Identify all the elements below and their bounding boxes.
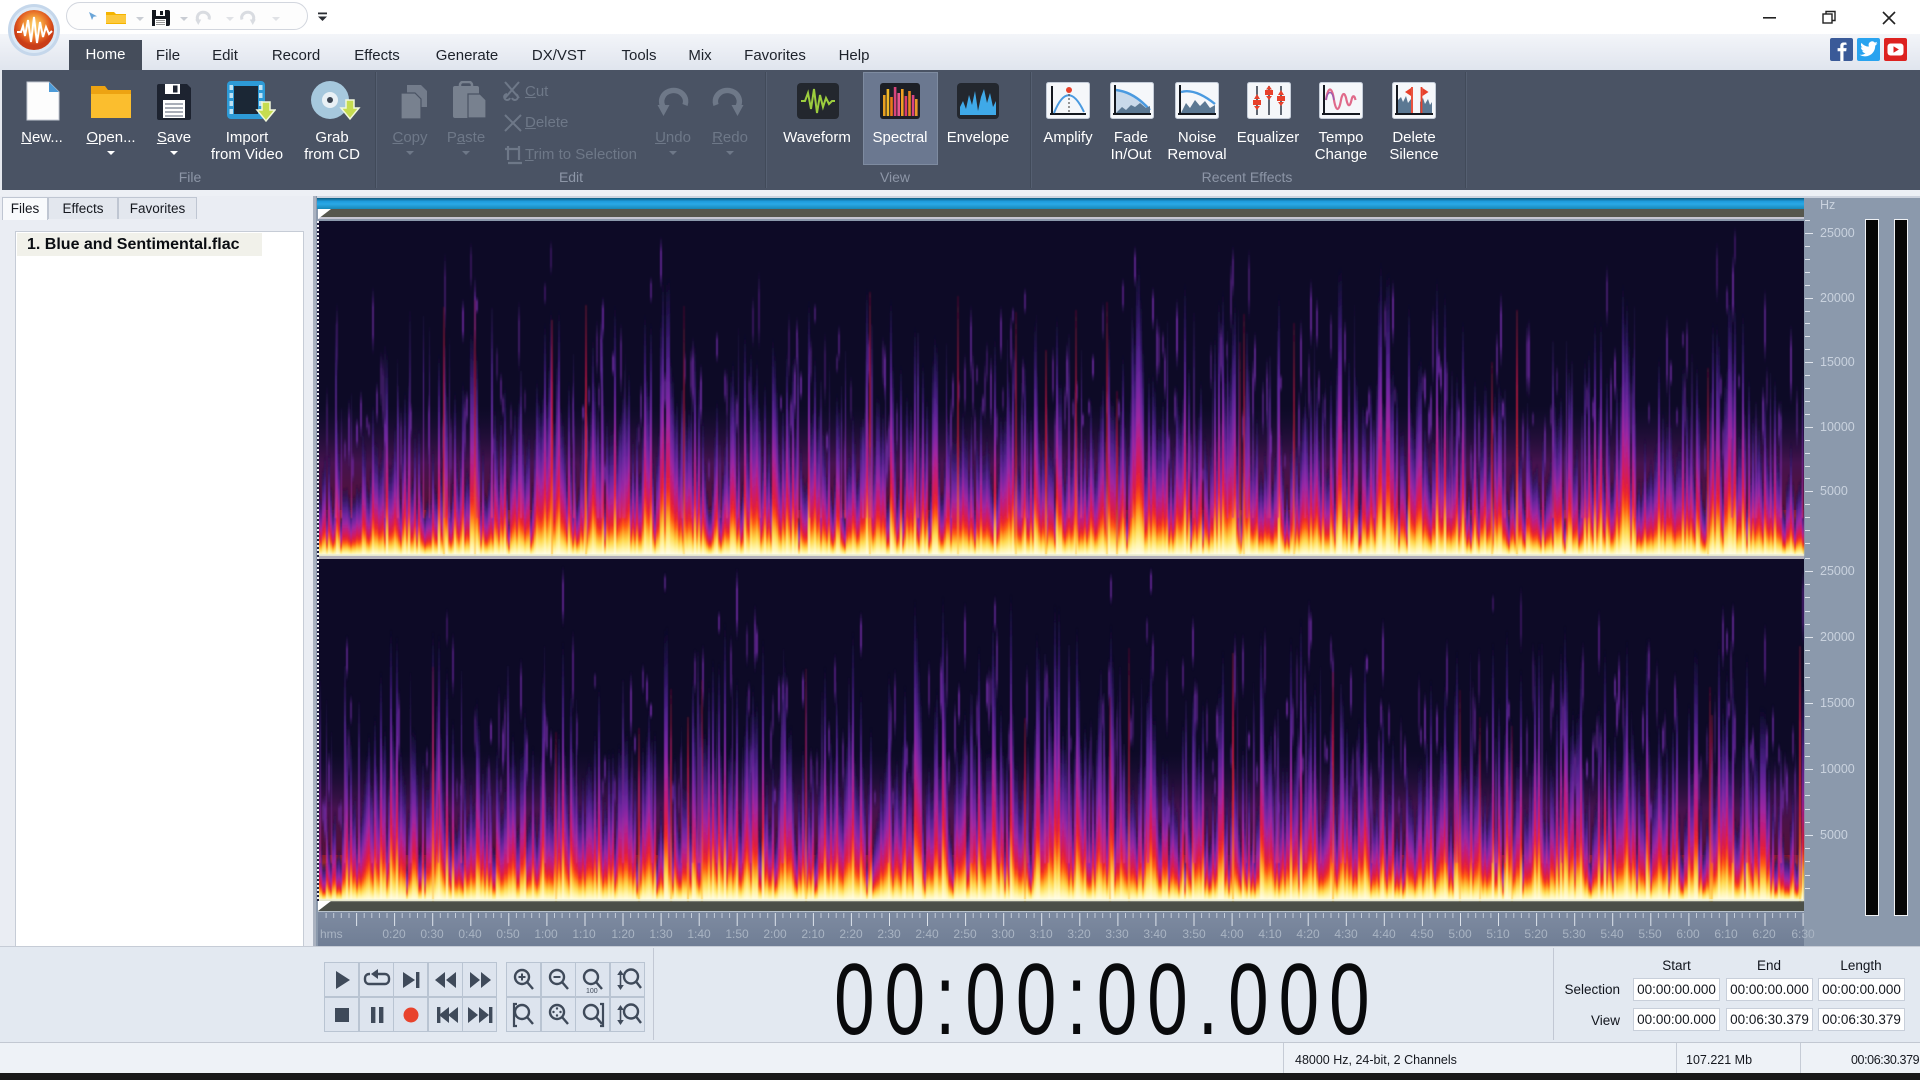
svg-text:100: 100	[586, 988, 598, 995]
svg-text:10000: 10000	[1820, 420, 1855, 434]
svg-text:25000: 25000	[1820, 564, 1855, 578]
svg-text:25000: 25000	[1820, 226, 1855, 240]
svg-text:10000: 10000	[1820, 762, 1855, 776]
svg-text:20000: 20000	[1820, 291, 1855, 305]
svg-text:5000: 5000	[1820, 828, 1848, 842]
svg-text:15000: 15000	[1820, 355, 1855, 369]
svg-text:20000: 20000	[1820, 630, 1855, 644]
svg-text:Hz: Hz	[1820, 198, 1835, 212]
svg-text:5000: 5000	[1820, 484, 1848, 498]
svg-text:15000: 15000	[1820, 696, 1855, 710]
